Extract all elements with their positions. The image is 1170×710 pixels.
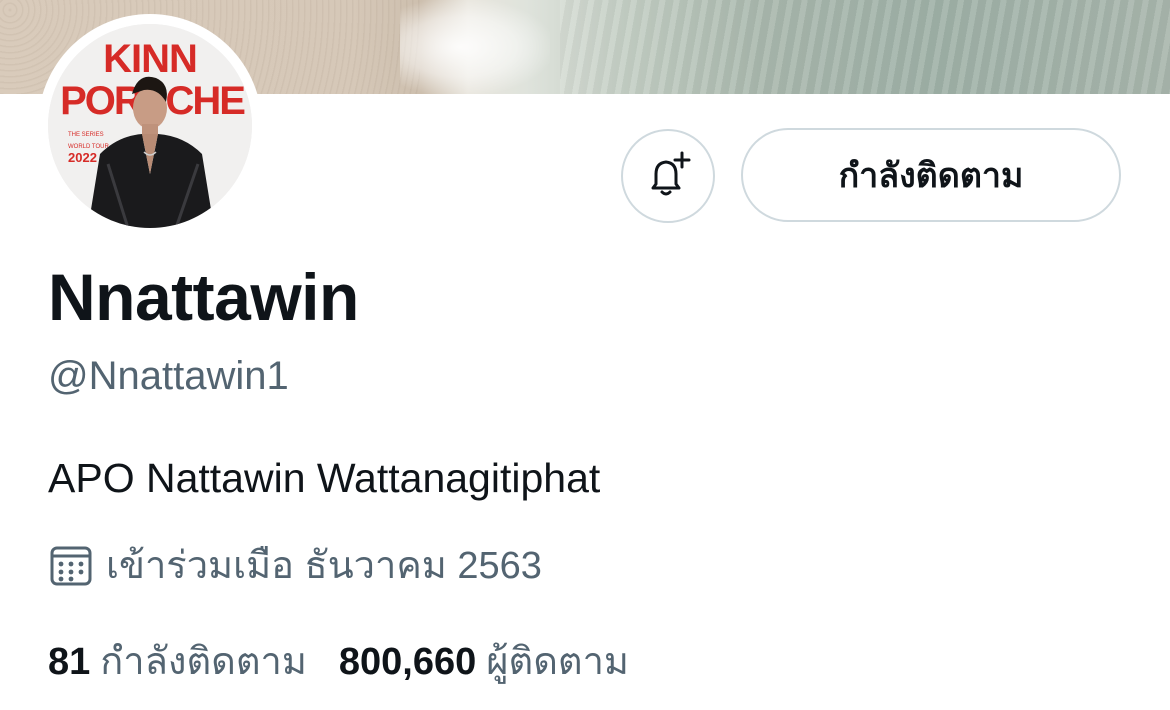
following-button-label: กำลังติดตาม (838, 157, 1024, 195)
banner-water (560, 0, 1170, 94)
avatar-image: KINN PORSCHE THE SERIES WORLD TOUR 2022 (48, 24, 252, 228)
following-button[interactable]: กำลังติดตาม (741, 128, 1121, 222)
avatar[interactable]: KINN PORSCHE THE SERIES WORLD TOUR 2022 (38, 14, 262, 238)
calendar-icon (48, 542, 94, 588)
profile-bio: APO Nattawin Wattanagitiphat (48, 455, 601, 501)
poster-year: 2022 (68, 150, 97, 165)
display-name: Nnattawin (48, 260, 359, 334)
followers-label: ผู้ติดตาม (486, 641, 629, 683)
join-date-text: เข้าร่วมเมือ ธันวาคม 2563 (106, 545, 542, 587)
following-count: 81 (48, 641, 91, 683)
user-handle: @Nnattawin1 (48, 354, 289, 398)
notify-button[interactable] (621, 129, 715, 223)
following-label: กำลังติดตาม (100, 641, 307, 683)
banner-wave-foam (400, 0, 550, 94)
followers-stat[interactable]: 800,660 ผู้ติดตาม (339, 630, 629, 691)
poster-title-line1: KINN (103, 37, 197, 81)
bell-plus-icon (642, 150, 694, 202)
follow-stats: 81 กำลังติดตาม 800,660 ผู้ติดตาม (48, 630, 661, 691)
join-date: เข้าร่วมเมือ ธันวาคม 2563 (48, 534, 542, 595)
followers-count: 800,660 (338, 641, 477, 683)
poster-sub-line1: THE SERIES (68, 132, 104, 138)
following-stat[interactable]: 81 กำลังติดตาม (48, 630, 307, 691)
avatar-poster-art: KINN PORSCHE THE SERIES WORLD TOUR 2022 (48, 24, 252, 228)
profile-page: KINN PORSCHE THE SERIES WORLD TOUR 2022 (0, 0, 1170, 710)
